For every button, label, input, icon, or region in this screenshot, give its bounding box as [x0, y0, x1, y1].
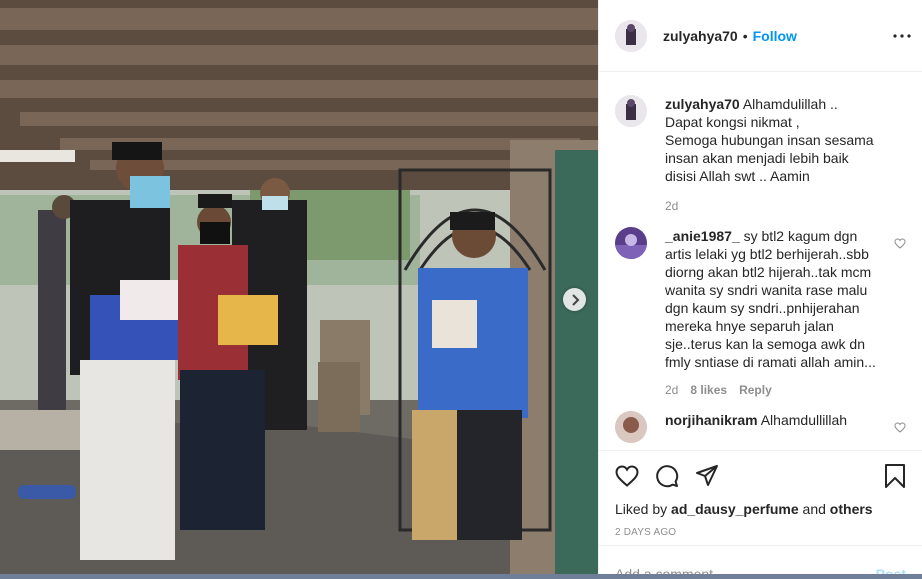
caption-meta: 2d: [665, 199, 878, 213]
post-actions: Liked by ad_dausy_perfume and others 2 D…: [599, 450, 922, 545]
caption-username[interactable]: zulyahya70: [665, 96, 740, 112]
liked-others-link[interactable]: others: [830, 501, 873, 517]
comment-likes[interactable]: 8 likes: [690, 383, 727, 397]
post-side-panel: zulyahya70 • Follow zulyahya70 Alhamduli…: [598, 0, 922, 579]
comment-meta: 2d 8 likes Reply: [665, 383, 878, 397]
comment-like-button[interactable]: [894, 236, 906, 254]
avatar-image: [615, 227, 647, 259]
photo-illustration: [0, 0, 598, 579]
heart-icon: [894, 238, 906, 249]
more-horizontal-icon: [893, 34, 911, 38]
comment-item: _anie1987_ sy btl2 kagum dgn artis lelak…: [599, 227, 922, 397]
avatar[interactable]: [615, 95, 647, 127]
heart-icon: [894, 422, 906, 433]
caption: zulyahya70 Alhamdulillah .. Dapat kongsi…: [599, 95, 922, 213]
paper-plane-icon: [696, 465, 718, 486]
caption-time[interactable]: 2d: [665, 199, 678, 213]
bookmark-icon: [885, 464, 905, 488]
more-options-button[interactable]: [890, 24, 914, 48]
comment-like-button[interactable]: [894, 420, 906, 438]
avatar[interactable]: [615, 227, 647, 259]
next-photo-button[interactable]: [563, 288, 586, 311]
avatar[interactable]: [615, 411, 647, 443]
comment-text: _anie1987_ sy btl2 kagum dgn artis lelak…: [665, 227, 878, 371]
comment-text: norjihanikram Alhamdullillah: [665, 411, 878, 429]
chevron-right-icon: [571, 293, 579, 306]
liked-user-link[interactable]: ad_dausy_perfume: [671, 501, 799, 517]
post-photo[interactable]: [0, 0, 598, 579]
avatar-image: [615, 411, 647, 443]
avatar-image: [615, 19, 647, 52]
comment-item: norjihanikram Alhamdullillah: [599, 411, 922, 443]
separator-dot: •: [742, 27, 748, 44]
comments-list[interactable]: zulyahya70 Alhamdulillah .. Dapat kongsi…: [599, 73, 922, 449]
post-header: zulyahya70 • Follow: [599, 0, 922, 72]
liked-and: and: [802, 501, 826, 517]
comment-button[interactable]: [655, 464, 679, 488]
avatar-image: [615, 95, 647, 127]
comment-body: Alhamdullillah: [760, 412, 848, 428]
reply-button[interactable]: Reply: [739, 383, 772, 397]
like-button[interactable]: [615, 465, 639, 487]
save-button[interactable]: [884, 464, 906, 488]
follow-button[interactable]: Follow: [753, 28, 797, 44]
comment-bubble-icon: [656, 465, 679, 488]
heart-icon: [615, 465, 639, 487]
liked-by-text: Liked by ad_dausy_perfume and others: [615, 501, 906, 517]
comment-time[interactable]: 2d: [665, 383, 678, 397]
browser-bottom-strip: [0, 574, 922, 579]
liked-prefix: Liked by: [615, 501, 668, 517]
avatar[interactable]: [615, 19, 647, 52]
post-author-username[interactable]: zulyahya70: [663, 28, 738, 44]
comment-body: sy btl2 kagum dgn artis lelaki yg btl2 b…: [665, 228, 876, 370]
comment-username[interactable]: _anie1987_: [665, 228, 740, 244]
post-date[interactable]: 2 DAYS AGO: [615, 527, 906, 538]
share-button[interactable]: [695, 464, 719, 488]
caption-text: zulyahya70 Alhamdulillah .. Dapat kongsi…: [665, 95, 878, 185]
action-icons: [615, 461, 906, 491]
comment-username[interactable]: norjihanikram: [665, 412, 758, 428]
